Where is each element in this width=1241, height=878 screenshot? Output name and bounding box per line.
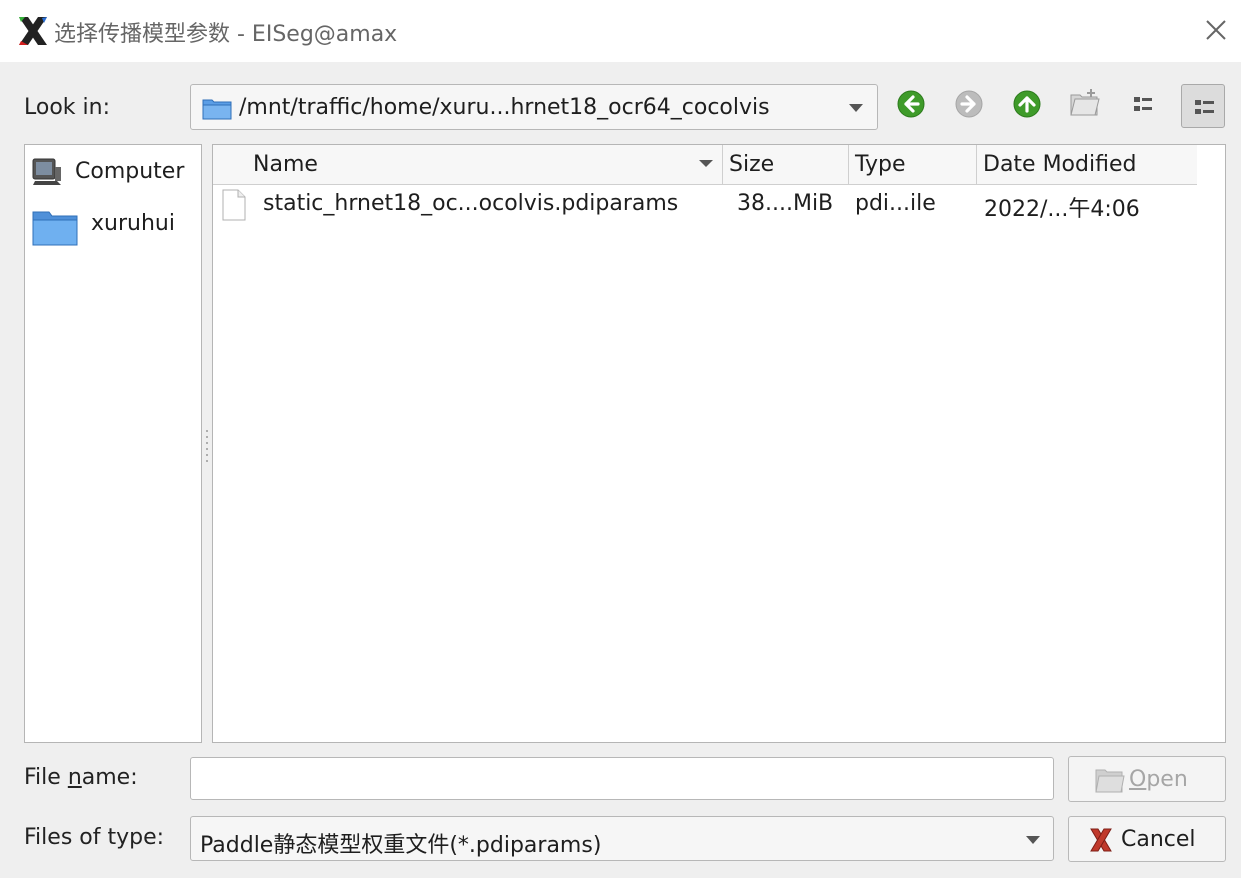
cancel-button[interactable]: Cancel — [1068, 816, 1226, 862]
forward-icon[interactable] — [952, 87, 986, 121]
sidebar-item-computer[interactable]: Computer — [25, 153, 201, 191]
list-view-icon[interactable] — [1126, 87, 1160, 121]
column-header-label: Date Modified — [983, 152, 1137, 177]
close-icon[interactable] — [1200, 14, 1232, 46]
column-header-type[interactable]: Type — [849, 145, 977, 184]
open-button[interactable]: Open — [1068, 756, 1226, 802]
folder-icon — [202, 99, 232, 120]
file-icon — [222, 189, 246, 221]
column-header-date-modified[interactable]: Date Modified — [977, 145, 1197, 184]
detail-view-button[interactable] — [1181, 84, 1225, 128]
file-size-cell: 38....MiB — [737, 191, 834, 216]
open-button-label: Open — [1129, 767, 1188, 792]
cancel-button-label: Cancel — [1121, 827, 1196, 852]
splitter-handle[interactable] — [204, 428, 210, 462]
column-header-label: Name — [253, 152, 318, 177]
look-in-label: Look in: — [24, 95, 110, 120]
label-part: pen — [1146, 767, 1188, 792]
title-bar: 选择传播模型参数 - EISeg@amax — [0, 0, 1241, 62]
chevron-down-icon — [1026, 836, 1040, 844]
mnemonic-char: O — [1129, 767, 1147, 792]
chevron-down-icon — [849, 104, 863, 112]
column-header-label: Size — [729, 152, 775, 177]
new-folder-icon[interactable] — [1068, 87, 1102, 121]
mnemonic-char: n — [67, 765, 82, 790]
file-list: Name Size Type Date Modified static_hrne… — [212, 144, 1226, 743]
window-title: 选择传播模型参数 - EISeg@amax — [54, 22, 398, 47]
folder-icon — [32, 211, 78, 246]
parent-directory-icon[interactable] — [1010, 87, 1044, 121]
x-app-logo-icon — [19, 17, 47, 45]
file-date-cell: 2022/...午4:06 — [984, 197, 1140, 222]
table-header: Name Size Type Date Modified — [213, 145, 1197, 185]
label-part: File — [24, 765, 68, 790]
open-folder-icon — [1095, 769, 1125, 793]
look-in-combobox[interactable]: /mnt/traffic/home/xuru...hrnet18_ocr64_c… — [190, 84, 878, 130]
file-name-cell: static_hrnet18_oc...ocolvis.pdiparams — [263, 191, 679, 216]
sidebar-item-label: xuruhui — [91, 211, 175, 236]
file-type-cell: pdi...ile — [855, 191, 936, 216]
sidebar: Computer xuruhui — [24, 144, 202, 743]
computer-icon — [32, 158, 61, 185]
files-of-type-combobox[interactable]: Paddle静态模型权重文件(*.pdiparams) — [190, 816, 1054, 861]
files-of-type-label: Files of type: — [24, 825, 165, 850]
sort-indicator-icon — [699, 160, 713, 167]
file-name-label: File name: — [24, 765, 138, 790]
table-row[interactable]: static_hrnet18_oc...ocolvis.pdiparams 38… — [213, 187, 1225, 223]
column-header-name[interactable]: Name — [213, 145, 723, 184]
file-name-input[interactable] — [190, 757, 1054, 800]
back-icon[interactable] — [894, 87, 928, 121]
column-header-size[interactable]: Size — [723, 145, 849, 184]
label-part: ame: — [81, 765, 138, 790]
detail-view-icon — [1195, 100, 1214, 114]
files-of-type-value: Paddle静态模型权重文件(*.pdiparams) — [200, 833, 602, 858]
look-in-path: /mnt/traffic/home/xuru...hrnet18_ocr64_c… — [239, 95, 770, 120]
cancel-x-icon — [1090, 828, 1112, 852]
sidebar-item-label: Computer — [75, 159, 185, 184]
column-header-label: Type — [855, 152, 906, 177]
sidebar-item-xuruhui[interactable]: xuruhui — [25, 203, 201, 247]
